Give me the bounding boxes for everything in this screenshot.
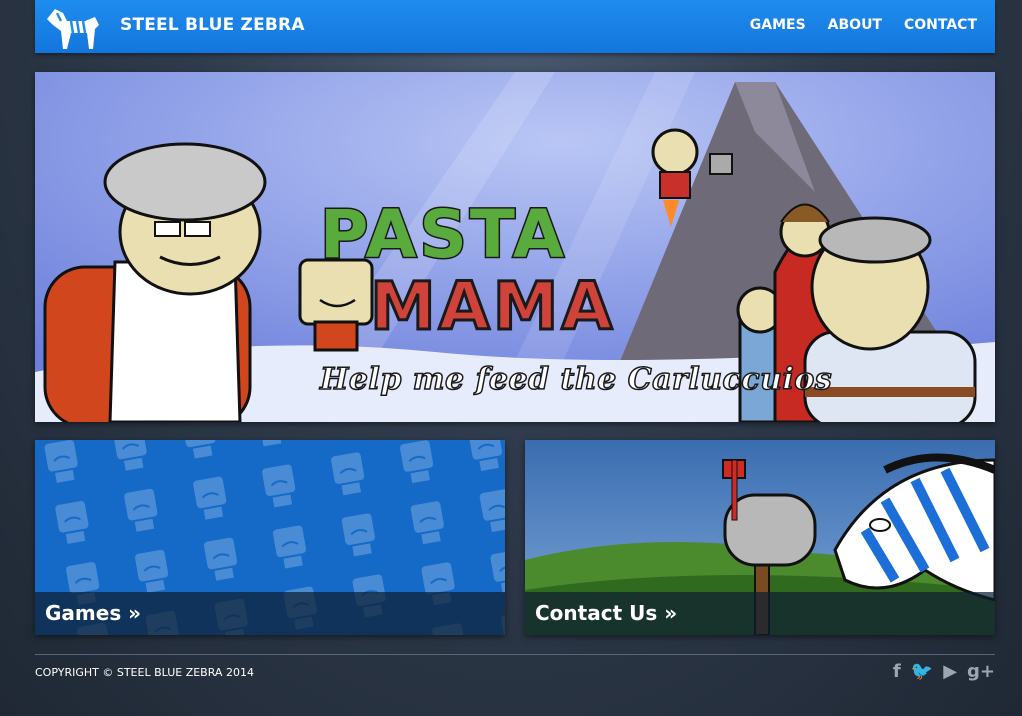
nav-games[interactable]: GAMES <box>750 17 806 33</box>
copyright-text: COPYRIGHT © STEEL BLUE ZEBRA 2014 <box>35 666 254 679</box>
contact-card-caption[interactable]: Contact Us » <box>525 592 995 635</box>
hero-tagline: Help me feed the Carluccuios <box>319 361 833 398</box>
top-navbar: STEEL BLUE ZEBRA GAMES ABOUT CONTACT <box>35 0 995 53</box>
hero-banner[interactable]: PASTA MAMA Help me feed the Carluccuios <box>35 72 995 422</box>
twitter-icon[interactable]: 🐦 <box>911 662 933 682</box>
youtube-icon[interactable]: ▶ <box>943 662 957 682</box>
social-links: f 🐦 ▶ g+ <box>893 662 995 682</box>
contact-card[interactable]: Contact Us » <box>525 440 995 635</box>
google-plus-icon[interactable]: g+ <box>967 662 995 682</box>
games-card-caption[interactable]: Games » <box>35 592 505 635</box>
brand-title[interactable]: STEEL BLUE ZEBRA <box>120 15 305 35</box>
hero-title-line1: PASTA <box>319 195 567 275</box>
hero-title-line2: MAMA <box>369 267 616 347</box>
zebra-logo-icon[interactable] <box>41 5 103 51</box>
main-nav: GAMES ABOUT CONTACT <box>750 17 977 33</box>
facebook-icon[interactable]: f <box>893 662 901 682</box>
footer-divider <box>35 654 995 655</box>
nav-contact[interactable]: CONTACT <box>904 17 977 33</box>
nav-about[interactable]: ABOUT <box>828 17 882 33</box>
games-card[interactable]: Games » <box>35 440 505 635</box>
